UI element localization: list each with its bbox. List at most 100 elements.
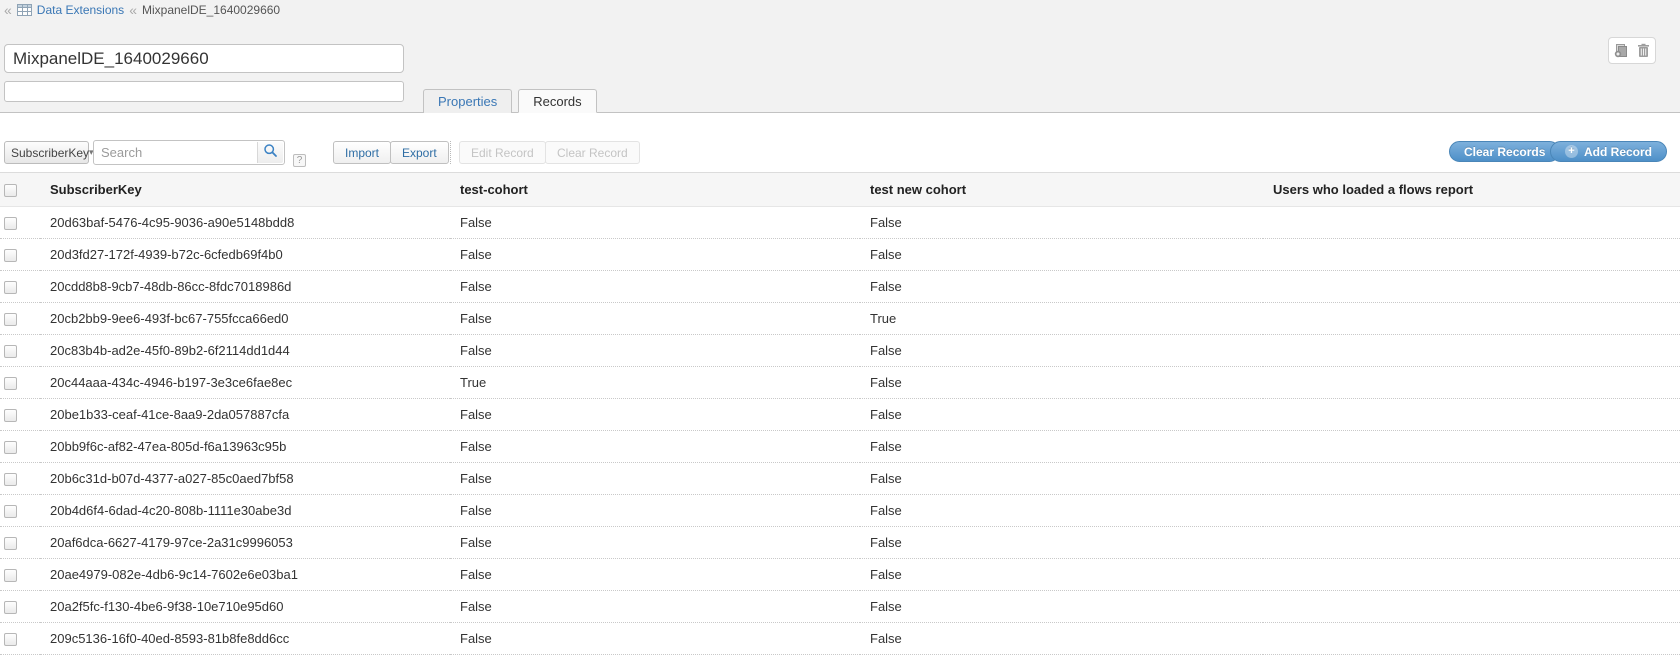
- cell-test-cohort: False: [450, 207, 860, 239]
- cell-subscriberkey: 20be1b33-ceaf-41ce-8aa9-2da057887cfa: [40, 399, 450, 431]
- column-header-test-new-cohort[interactable]: test new cohort: [860, 173, 1263, 207]
- cell-subscriberkey: 20b6c31d-b07d-4377-a027-85c0aed7bf58: [40, 463, 450, 495]
- cell-test-new-cohort: False: [860, 527, 1263, 559]
- cell-flows-report: [1263, 559, 1680, 591]
- cell-test-new-cohort: False: [860, 367, 1263, 399]
- breadcrumb: « Data Extensions « MixpanelDE_164002966…: [4, 2, 280, 18]
- search-input[interactable]: [94, 141, 252, 164]
- table-row: 20c83b4b-ad2e-45f0-89b2-6f2114dd1d44 Fal…: [0, 335, 1680, 367]
- cell-test-cohort: False: [450, 623, 860, 655]
- cell-test-new-cohort: False: [860, 239, 1263, 271]
- toolbar-divider: [450, 141, 451, 164]
- cell-subscriberkey: 20c44aaa-434c-4946-b197-3e3ce6fae8ec: [40, 367, 450, 399]
- cell-subscriberkey: 20d3fd27-172f-4939-b72c-6cfedb69f4b0: [40, 239, 450, 271]
- row-checkbox[interactable]: [4, 249, 17, 262]
- cell-test-cohort: False: [450, 431, 860, 463]
- row-checkbox[interactable]: [4, 505, 17, 518]
- cell-subscriberkey: 20bb9f6c-af82-47ea-805d-f6a13963c95b: [40, 431, 450, 463]
- row-checkbox[interactable]: [4, 313, 17, 326]
- cell-subscriberkey: 20cdd8b8-9cb7-48db-86cc-8fdc7018986d: [40, 271, 450, 303]
- copy-icon[interactable]: [1613, 43, 1628, 58]
- search-field-dropdown-value: SubscriberKey: [11, 146, 89, 160]
- cell-subscriberkey: 20af6dca-6627-4179-97ce-2a31c9996053: [40, 527, 450, 559]
- table-row: 20bb9f6c-af82-47ea-805d-f6a13963c95b Fal…: [0, 431, 1680, 463]
- clear-record-button[interactable]: Clear Record: [545, 141, 640, 164]
- breadcrumb-link-data-extensions[interactable]: Data Extensions: [37, 3, 124, 17]
- data-extension-name-input[interactable]: [4, 44, 404, 73]
- cell-test-new-cohort: False: [860, 463, 1263, 495]
- table-row: 20b4d6f4-6dad-4c20-808b-1111e30abe3d Fal…: [0, 495, 1680, 527]
- cell-flows-report: [1263, 527, 1680, 559]
- records-table: SubscriberKey test-cohort test new cohor…: [0, 172, 1680, 655]
- plus-icon: +: [1565, 145, 1578, 158]
- cell-subscriberkey: 20c83b4b-ad2e-45f0-89b2-6f2114dd1d44: [40, 335, 450, 367]
- cell-test-cohort: False: [450, 559, 860, 591]
- trash-icon[interactable]: [1636, 43, 1651, 58]
- magnifier-icon: [263, 143, 278, 163]
- cell-test-new-cohort: False: [860, 431, 1263, 463]
- row-checkbox[interactable]: [4, 537, 17, 550]
- cell-flows-report: [1263, 463, 1680, 495]
- row-checkbox[interactable]: [4, 409, 17, 422]
- cell-flows-report: [1263, 239, 1680, 271]
- table-row: 20cdd8b8-9cb7-48db-86cc-8fdc7018986d Fal…: [0, 271, 1680, 303]
- row-checkbox[interactable]: [4, 569, 17, 582]
- cell-test-new-cohort: False: [860, 207, 1263, 239]
- row-checkbox[interactable]: [4, 441, 17, 454]
- breadcrumb-separator: «: [129, 3, 137, 17]
- cell-test-new-cohort: False: [860, 591, 1263, 623]
- cell-flows-report: [1263, 367, 1680, 399]
- cell-test-cohort: False: [450, 239, 860, 271]
- data-extensions-grid-icon: [17, 4, 32, 16]
- add-record-label: Add Record: [1584, 145, 1652, 159]
- cell-test-cohort: False: [450, 303, 860, 335]
- row-checkbox[interactable]: [4, 281, 17, 294]
- cell-test-cohort: False: [450, 335, 860, 367]
- row-checkbox[interactable]: [4, 217, 17, 230]
- cell-test-new-cohort: True: [860, 303, 1263, 335]
- cell-test-cohort: False: [450, 271, 860, 303]
- tab-bar: Properties Records: [423, 89, 597, 113]
- help-icon[interactable]: ?: [293, 154, 306, 167]
- cell-flows-report: [1263, 591, 1680, 623]
- column-header-test-cohort[interactable]: test-cohort: [450, 173, 860, 207]
- row-checkbox[interactable]: [4, 377, 17, 390]
- row-checkbox[interactable]: [4, 473, 17, 486]
- cell-test-new-cohort: False: [860, 495, 1263, 527]
- table-row: 20c44aaa-434c-4946-b197-3e3ce6fae8ec Tru…: [0, 367, 1680, 399]
- cell-flows-report: [1263, 207, 1680, 239]
- cell-subscriberkey: 209c5136-16f0-40ed-8593-81b8fe8dd6cc: [40, 623, 450, 655]
- column-header-subscriberkey[interactable]: SubscriberKey: [40, 173, 450, 207]
- table-row: 20b6c31d-b07d-4377-a027-85c0aed7bf58 Fal…: [0, 463, 1680, 495]
- search-button[interactable]: [257, 142, 283, 163]
- tab-properties[interactable]: Properties: [423, 89, 512, 113]
- search-field-dropdown[interactable]: SubscriberKey ▾: [4, 141, 89, 164]
- row-checkbox[interactable]: [4, 633, 17, 646]
- records-tbody: 20d63baf-5476-4c95-9036-a90e5148bdd8 Fal…: [0, 207, 1680, 655]
- clear-records-label: Clear Records: [1464, 145, 1545, 159]
- tab-records[interactable]: Records: [518, 89, 596, 113]
- cell-test-cohort: False: [450, 527, 860, 559]
- row-checkbox[interactable]: [4, 601, 17, 614]
- cell-test-cohort: True: [450, 367, 860, 399]
- back-chevron-icon[interactable]: «: [4, 3, 12, 17]
- cell-test-new-cohort: False: [860, 399, 1263, 431]
- edit-record-button[interactable]: Edit Record: [459, 141, 546, 164]
- cell-test-cohort: False: [450, 495, 860, 527]
- header-actions-box: [1608, 37, 1656, 64]
- breadcrumb-current: MixpanelDE_1640029660: [142, 3, 280, 17]
- table-row: 209c5136-16f0-40ed-8593-81b8fe8dd6cc Fal…: [0, 623, 1680, 655]
- data-extension-description-input[interactable]: [4, 81, 404, 102]
- cell-test-new-cohort: False: [860, 335, 1263, 367]
- row-checkbox[interactable]: [4, 345, 17, 358]
- add-record-button[interactable]: + Add Record: [1550, 141, 1667, 162]
- column-header-flows-report[interactable]: Users who loaded a flows report: [1263, 173, 1680, 207]
- cell-subscriberkey: 20d63baf-5476-4c95-9036-a90e5148bdd8: [40, 207, 450, 239]
- export-button[interactable]: Export: [390, 141, 449, 164]
- cell-flows-report: [1263, 303, 1680, 335]
- cell-subscriberkey: 20b4d6f4-6dad-4c20-808b-1111e30abe3d: [40, 495, 450, 527]
- select-all-checkbox[interactable]: [4, 184, 17, 197]
- clear-records-button[interactable]: Clear Records: [1449, 141, 1560, 162]
- import-button[interactable]: Import: [333, 141, 391, 164]
- cell-subscriberkey: 20a2f5fc-f130-4be6-9f38-10e710e95d60: [40, 591, 450, 623]
